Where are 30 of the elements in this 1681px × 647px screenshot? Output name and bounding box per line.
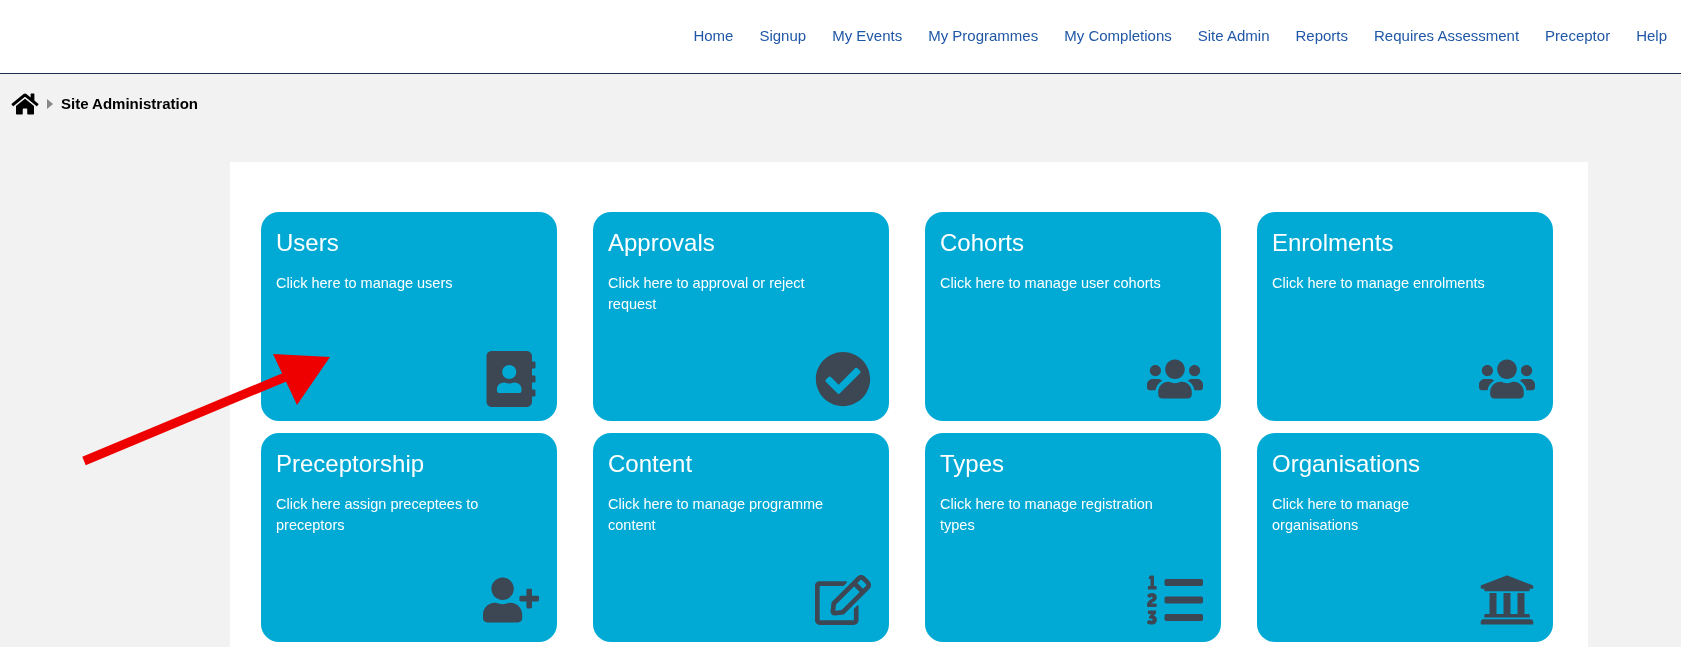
tile-description: Click here to manage enrolments [1272, 274, 1486, 293]
tile-title: Preceptorship [276, 449, 426, 479]
nav-link[interactable]: Site Admin [1197, 25, 1270, 48]
chevron-icon [47, 99, 53, 109]
nav-link[interactable]: Signup [759, 25, 807, 48]
nav-link[interactable]: My Completions [1064, 25, 1172, 48]
nav-link[interactable]: My Events [832, 25, 903, 48]
nav-link[interactable]: My Programmes [928, 25, 1039, 48]
tile-title: Content [608, 449, 694, 479]
tile-title: Users [276, 228, 340, 258]
tile-description: Click here to manage user cohorts [940, 274, 1162, 293]
breadcrumb-current: Site Administration [61, 93, 198, 114]
tile-description: Click here to approval or reject request [608, 274, 806, 314]
tile-title: Organisations [1272, 449, 1422, 479]
nav-link[interactable]: Home [693, 25, 734, 48]
tile-description: Click here to manage organisations [1272, 495, 1410, 535]
tile-title: Types [940, 449, 1006, 479]
tile-description: Click here to manage registration types [940, 495, 1154, 535]
tile-description: Click here to manage users [276, 274, 454, 293]
tile-title: Enrolments [1272, 228, 1395, 258]
nav-link[interactable]: Preceptor [1545, 25, 1611, 48]
home-icon[interactable] [11, 92, 39, 116]
tile-title: Cohorts [940, 228, 1026, 258]
nav-link[interactable]: Help [1636, 25, 1667, 48]
tile-title: Approvals [608, 228, 716, 258]
nav-link[interactable]: Reports [1295, 25, 1348, 48]
tile-description: Click here assign preceptees to preceptors [276, 495, 480, 535]
tile-description: Click here to manage programme content [608, 495, 825, 535]
edit-icon [815, 572, 871, 628]
nav-link[interactable]: Requires Assessment [1374, 25, 1520, 48]
